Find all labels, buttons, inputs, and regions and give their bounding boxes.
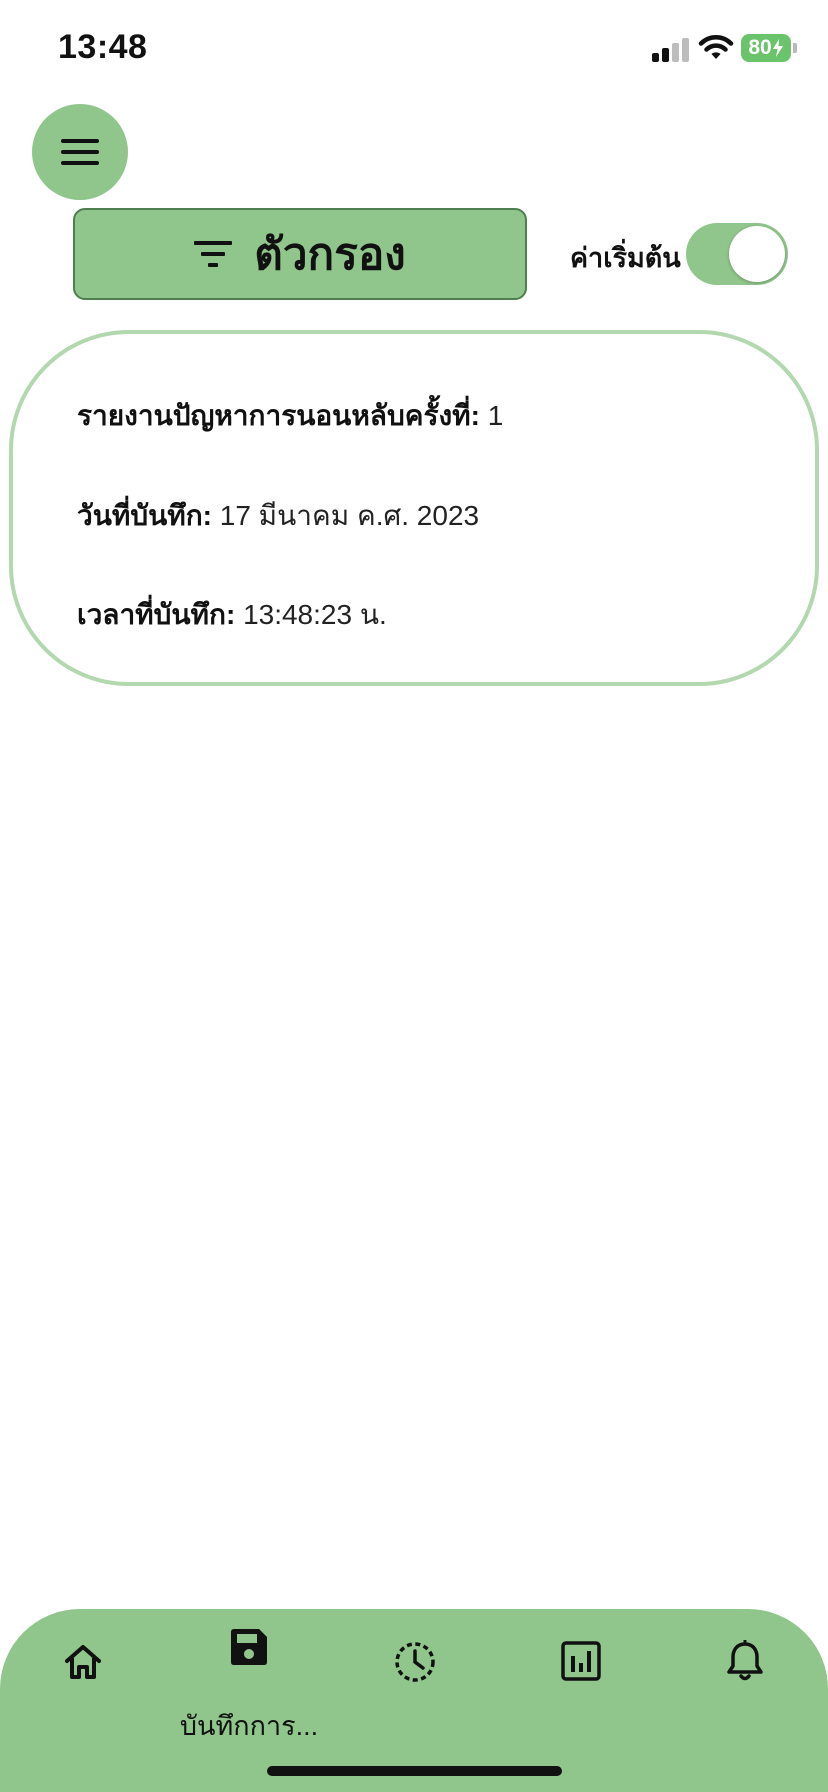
- report-number-row: รายงานปัญหาการนอนหลับครั้งที่: 1: [77, 394, 503, 438]
- report-time-label: เวลาที่บันทึก:: [77, 599, 236, 630]
- signal-icon: [652, 36, 692, 62]
- filter-label: ตัวกรอง: [254, 230, 406, 279]
- app-screen: 13:48 80 ตัวกรอง ค่าเริ่มต้น รายงานปัญหา…: [0, 0, 828, 1792]
- nav-item-statistics[interactable]: [498, 1609, 664, 1719]
- default-toggle-label: ค่าเริ่มต้น: [570, 243, 681, 273]
- report-time-row: เวลาที่บันทึก: 13:48:23 น.: [77, 593, 387, 637]
- nav-label-save-record: บันทึกการ...: [179, 1711, 319, 1741]
- nav-item-home[interactable]: [0, 1609, 166, 1719]
- bell-icon: [727, 1640, 763, 1681]
- battery-level: 80: [748, 36, 772, 59]
- report-date-row: วันที่บันทึก: 17 มีนาคม ค.ศ. 2023: [77, 494, 479, 538]
- wifi-icon: [698, 35, 734, 59]
- filter-button[interactable]: ตัวกรอง: [73, 208, 527, 300]
- report-number-value: 1: [487, 400, 504, 431]
- history-clock-icon: [395, 1642, 435, 1682]
- filter-icon: [194, 241, 233, 267]
- charging-bolt-icon: [772, 39, 783, 57]
- bar-chart-icon: [561, 1641, 601, 1681]
- bottom-navigation-bar: บันทึกการ...: [0, 1609, 828, 1792]
- report-time-value: 13:48:23 น.: [243, 599, 387, 630]
- nav-item-history[interactable]: [332, 1609, 498, 1719]
- menu-button[interactable]: [32, 104, 128, 200]
- report-date-value: 17 มีนาคม ค.ศ. 2023: [219, 500, 480, 531]
- toggle-knob: [729, 226, 785, 282]
- report-number-label: รายงานปัญหาการนอนหลับครั้งที่:: [77, 400, 480, 431]
- save-icon: [231, 1629, 267, 1665]
- home-icon: [65, 1645, 101, 1679]
- status-time: 13:48: [58, 28, 148, 66]
- report-date-label: วันที่บันทึก:: [77, 500, 212, 531]
- home-indicator: [267, 1766, 562, 1776]
- sleep-report-card[interactable]: รายงานปัญหาการนอนหลับครั้งที่: 1 วันที่บ…: [9, 330, 819, 686]
- hamburger-menu-icon: [61, 139, 99, 165]
- status-bar: 13:48 80: [0, 0, 828, 100]
- battery-cap: [793, 43, 797, 53]
- default-toggle-switch[interactable]: [686, 223, 788, 285]
- battery-charging-icon: 80: [741, 34, 791, 62]
- nav-item-notifications[interactable]: [662, 1609, 828, 1719]
- nav-item-save-record[interactable]: บันทึกการ...: [166, 1609, 332, 1741]
